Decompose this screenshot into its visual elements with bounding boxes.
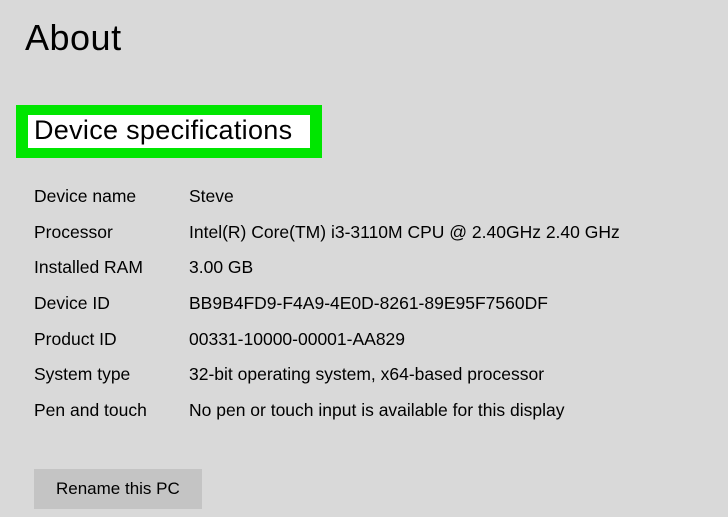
spec-label: Pen and touch — [34, 399, 189, 423]
device-specifications-header: Device specifications — [34, 115, 292, 146]
spec-label: Device ID — [34, 292, 189, 316]
spec-row-system-type: System type 32-bit operating system, x64… — [34, 363, 698, 387]
spec-row-device-name: Device name Steve — [34, 185, 698, 209]
spec-value: BB9B4FD9-F4A9-4E0D-8261-89E95F7560DF — [189, 292, 698, 316]
spec-label: Device name — [34, 185, 189, 209]
spec-label: Processor — [34, 221, 189, 245]
section-header-highlight: Device specifications — [16, 105, 322, 158]
spec-label: Installed RAM — [34, 256, 189, 280]
spec-value: Intel(R) Core(TM) i3-3110M CPU @ 2.40GHz… — [189, 221, 698, 245]
spec-row-installed-ram: Installed RAM 3.00 GB — [34, 256, 698, 280]
page-title: About — [0, 0, 728, 59]
spec-row-processor: Processor Intel(R) Core(TM) i3-3110M CPU… — [34, 221, 698, 245]
spec-row-product-id: Product ID 00331-10000-00001-AA829 — [34, 328, 698, 352]
spec-label: Product ID — [34, 328, 189, 352]
spec-row-device-id: Device ID BB9B4FD9-F4A9-4E0D-8261-89E95F… — [34, 292, 698, 316]
spec-label: System type — [34, 363, 189, 387]
device-specifications-table: Device name Steve Processor Intel(R) Cor… — [34, 185, 698, 434]
spec-value: 3.00 GB — [189, 256, 698, 280]
spec-value: Steve — [189, 185, 698, 209]
rename-this-pc-button[interactable]: Rename this PC — [34, 469, 202, 509]
spec-value: 00331-10000-00001-AA829 — [189, 328, 698, 352]
spec-value: No pen or touch input is available for t… — [189, 399, 698, 423]
spec-value: 32-bit operating system, x64-based proce… — [189, 363, 698, 387]
spec-row-pen-and-touch: Pen and touch No pen or touch input is a… — [34, 399, 698, 423]
